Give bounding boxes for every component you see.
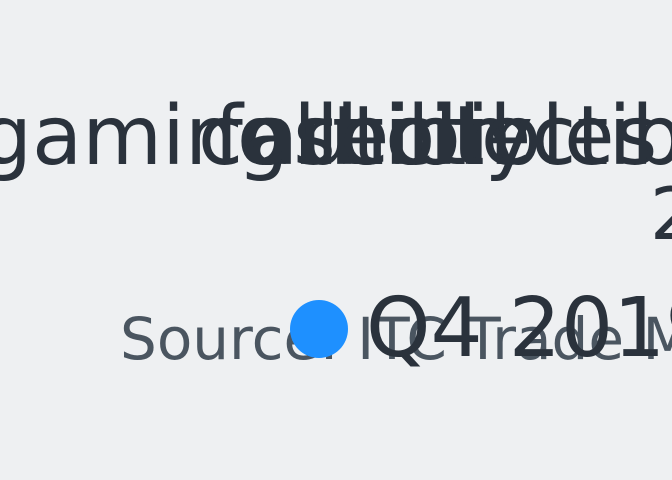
category-label-collectibles-2: collectibles: [340, 89, 672, 184]
chart-canvas: gaming collectibles fashion art utility …: [0, 0, 672, 480]
axis-tick-fragment: 2: [650, 178, 672, 250]
quarter-label: Q4 2019: [366, 281, 672, 376]
series-dot-marker: [290, 300, 348, 358]
